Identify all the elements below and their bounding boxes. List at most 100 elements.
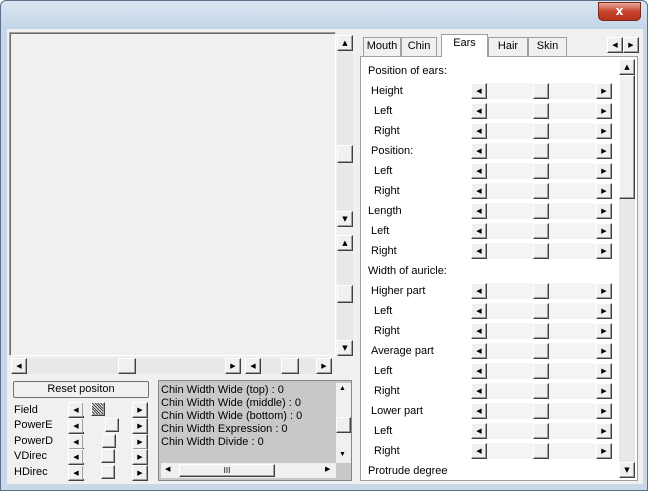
slider-decrease-button[interactable]: ◀ xyxy=(471,323,487,339)
slider-increase-button[interactable]: ▶ xyxy=(596,163,612,179)
field-thumb[interactable] xyxy=(91,402,105,416)
right-slider[interactable]: ◀ ▶ xyxy=(471,243,612,259)
slider-decrease-button[interactable]: ◀ xyxy=(471,183,487,199)
slider-decrease-button[interactable]: ◀ xyxy=(471,303,487,319)
parameter-info-textbox[interactable]: Chin Width Wide (top) : 0 Chin Width Wid… xyxy=(158,380,352,481)
slider-decrease-button[interactable]: ◀ xyxy=(471,243,487,259)
slider-decrease-button[interactable]: ◀ xyxy=(471,363,487,379)
powerd-decrease-button[interactable]: ◀ xyxy=(68,434,84,450)
slider-thumb[interactable] xyxy=(533,383,549,399)
slider-thumb[interactable] xyxy=(533,403,549,419)
slider-increase-button[interactable]: ▶ xyxy=(596,243,612,259)
slider-thumb[interactable] xyxy=(533,183,549,199)
slider-thumb[interactable] xyxy=(533,143,549,159)
right-slider[interactable]: ◀ ▶ xyxy=(471,443,612,459)
slider-thumb[interactable] xyxy=(533,423,549,439)
slider-decrease-button[interactable]: ◀ xyxy=(471,423,487,439)
tab-chin[interactable]: Chin xyxy=(401,37,437,56)
left-slider[interactable]: ◀ ▶ xyxy=(471,303,612,319)
tabs-scroll-left-button[interactable]: ◀ xyxy=(607,37,623,53)
textbox-scroll-right-icon[interactable]: ▶ xyxy=(325,465,330,473)
textbox-vscroll[interactable]: ▲ ▼ xyxy=(336,383,351,463)
slider-decrease-button[interactable]: ◀ xyxy=(471,123,487,139)
zoom-scroll-up-button[interactable]: ▲ xyxy=(337,235,353,251)
right-slider[interactable]: ◀ ▶ xyxy=(471,383,612,399)
right-slider[interactable]: ◀ ▶ xyxy=(471,323,612,339)
slider-increase-button[interactable]: ▶ xyxy=(596,123,612,139)
preview-hscroll-thumb[interactable] xyxy=(118,358,136,374)
vdirec-increase-button[interactable]: ▶ xyxy=(132,449,148,465)
right-slider[interactable]: ◀ ▶ xyxy=(471,183,612,199)
slider-increase-button[interactable]: ▶ xyxy=(596,183,612,199)
zoom-vscroll-thumb[interactable] xyxy=(337,285,353,303)
preview-vscroll-track[interactable] xyxy=(337,51,353,211)
average-part-slider[interactable]: ◀ ▶ xyxy=(471,343,612,359)
reset-position-button[interactable]: Reset positon xyxy=(13,381,149,398)
textbox-vscroll-thumb[interactable] xyxy=(336,417,351,433)
preview-scroll-down-button[interactable]: ▼ xyxy=(337,211,353,227)
panel-vscroll-thumb[interactable] xyxy=(619,75,635,199)
rotate-hscroll-thumb[interactable] xyxy=(281,358,299,374)
panel-scroll-up-button[interactable]: ▲ xyxy=(619,59,635,75)
slider-thumb[interactable] xyxy=(533,283,549,299)
length-slider[interactable]: ◀ ▶ xyxy=(471,203,612,219)
tab-mouth[interactable]: Mouth xyxy=(363,37,401,56)
powerd-increase-button[interactable]: ▶ xyxy=(132,434,148,450)
slider-increase-button[interactable]: ▶ xyxy=(596,103,612,119)
lower-part-slider[interactable]: ◀ ▶ xyxy=(471,403,612,419)
slider-thumb[interactable] xyxy=(533,103,549,119)
vdirec-thumb[interactable] xyxy=(101,449,115,463)
textbox-hscroll[interactable]: ◀ III ▶ xyxy=(161,463,336,478)
right-slider[interactable]: ◀ ▶ xyxy=(471,123,612,139)
preview-scroll-up-button[interactable]: ▲ xyxy=(337,35,353,51)
textbox-scroll-left-icon[interactable]: ◀ xyxy=(165,465,170,473)
slider-increase-button[interactable]: ▶ xyxy=(596,223,612,239)
left-slider[interactable]: ◀ ▶ xyxy=(471,163,612,179)
slider-decrease-button[interactable]: ◀ xyxy=(471,383,487,399)
preview-viewport[interactable] xyxy=(9,32,336,356)
textbox-scroll-down-icon[interactable]: ▼ xyxy=(339,451,346,458)
preview-scroll-left-button[interactable]: ◀ xyxy=(11,358,27,374)
textbox-hscroll-thumb[interactable]: III xyxy=(179,464,275,477)
slider-thumb[interactable] xyxy=(533,363,549,379)
slider-thumb[interactable] xyxy=(533,83,549,99)
slider-decrease-button[interactable]: ◀ xyxy=(471,103,487,119)
slider-thumb[interactable] xyxy=(533,223,549,239)
slider-decrease-button[interactable]: ◀ xyxy=(471,163,487,179)
slider-increase-button[interactable]: ▶ xyxy=(596,83,612,99)
higher-part-slider[interactable]: ◀ ▶ xyxy=(471,283,612,299)
slider-decrease-button[interactable]: ◀ xyxy=(471,443,487,459)
slider-thumb[interactable] xyxy=(533,323,549,339)
hdirec-decrease-button[interactable]: ◀ xyxy=(68,465,84,481)
position-slider[interactable]: ◀ ▶ xyxy=(471,143,612,159)
left-slider[interactable]: ◀ ▶ xyxy=(471,103,612,119)
slider-decrease-button[interactable]: ◀ xyxy=(471,83,487,99)
slider-increase-button[interactable]: ▶ xyxy=(596,383,612,399)
close-button[interactable]: x xyxy=(598,2,641,21)
slider-increase-button[interactable]: ▶ xyxy=(596,343,612,359)
slider-thumb[interactable] xyxy=(533,203,549,219)
zoom-scroll-down-button[interactable]: ▼ xyxy=(337,340,353,356)
slider-decrease-button[interactable]: ◀ xyxy=(471,223,487,239)
slider-increase-button[interactable]: ▶ xyxy=(596,143,612,159)
vdirec-decrease-button[interactable]: ◀ xyxy=(68,449,84,465)
slider-increase-button[interactable]: ▶ xyxy=(596,363,612,379)
slider-thumb[interactable] xyxy=(533,163,549,179)
slider-thumb[interactable] xyxy=(533,343,549,359)
slider-increase-button[interactable]: ▶ xyxy=(596,423,612,439)
left-slider[interactable]: ◀ ▶ xyxy=(471,363,612,379)
left-slider[interactable]: ◀ ▶ xyxy=(471,423,612,439)
slider-increase-button[interactable]: ▶ xyxy=(596,283,612,299)
slider-increase-button[interactable]: ▶ xyxy=(596,203,612,219)
slider-decrease-button[interactable]: ◀ xyxy=(471,143,487,159)
powere-decrease-button[interactable]: ◀ xyxy=(68,418,84,434)
tab-skin[interactable]: Skin xyxy=(528,37,567,56)
tab-ears[interactable]: Ears xyxy=(441,34,488,57)
tab-hair[interactable]: Hair xyxy=(488,37,528,56)
hdirec-thumb[interactable] xyxy=(101,465,115,479)
slider-decrease-button[interactable]: ◀ xyxy=(471,203,487,219)
preview-scroll-right-button[interactable]: ▶ xyxy=(225,358,241,374)
slider-increase-button[interactable]: ▶ xyxy=(596,303,612,319)
powere-thumb[interactable] xyxy=(105,418,119,432)
textbox-scroll-up-icon[interactable]: ▲ xyxy=(339,385,346,392)
